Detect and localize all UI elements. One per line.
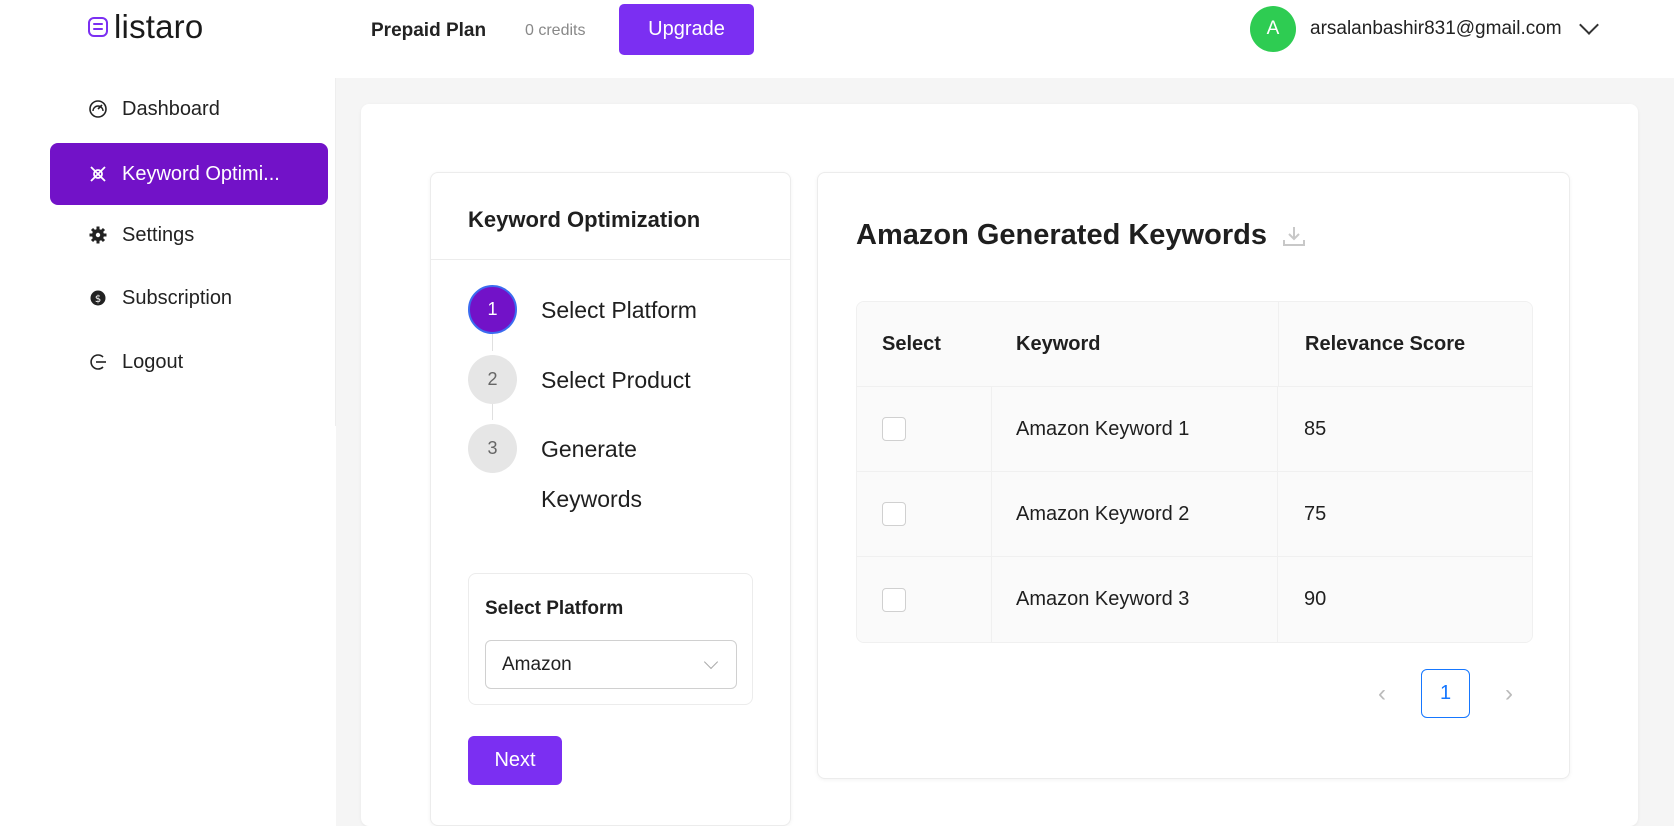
step-2[interactable]: 2 Select Product <box>468 355 691 405</box>
user-email: arsalanbashir831@gmail.com <box>1310 18 1562 39</box>
step-label: Select Platform <box>541 297 697 323</box>
step-label: Generate Keywords <box>541 436 642 512</box>
app-logo[interactable]: listaro <box>88 8 203 46</box>
chevron-left-icon[interactable]: ‹ <box>1375 680 1389 708</box>
step-number: 3 <box>468 424 517 473</box>
divider <box>431 259 790 260</box>
logo-text: listaro <box>114 8 204 45</box>
keyword-cell: Amazon Keyword 1 <box>992 387 1278 471</box>
step-number: 1 <box>468 285 517 334</box>
sidebar-item-settings[interactable]: Settings <box>50 204 328 266</box>
pagination: ‹ 1 › <box>1375 669 1516 718</box>
step-number: 2 <box>468 355 517 404</box>
top-header: listaro Prepaid Plan 0 credits Upgrade A… <box>0 0 1674 78</box>
platform-select[interactable]: Amazon <box>485 640 737 689</box>
keyword-cell: Amazon Keyword 3 <box>992 557 1278 642</box>
chevron-down-icon <box>703 654 719 670</box>
sidebar-item-label: Keyword Optimi... <box>122 162 280 185</box>
sidebar-item-subscription[interactable]: $ Subscription <box>50 267 328 329</box>
user-menu[interactable]: A arsalanbashir831@gmail.com <box>1250 6 1599 52</box>
sidebar: Dashboard Keyword Optimi... Settings $ S… <box>0 78 336 426</box>
column-header-select: Select <box>882 332 941 355</box>
column-header-keyword: Keyword <box>1016 332 1101 355</box>
page-button[interactable]: 1 <box>1421 669 1470 718</box>
subscription-icon: $ <box>88 288 108 308</box>
upgrade-button[interactable]: Upgrade <box>619 4 754 55</box>
platform-label: Select Platform <box>485 598 624 619</box>
platform-value: Amazon <box>502 653 572 675</box>
steps-panel: Keyword Optimization 1 Select Platform 2… <box>430 172 791 826</box>
chevron-down-icon[interactable] <box>1578 15 1599 35</box>
step-3[interactable]: 3 Generate Keywords <box>468 424 691 524</box>
step-1[interactable]: 1 Select Platform <box>468 285 697 335</box>
table-header-row: Select Keyword Relevance Score <box>857 302 1532 387</box>
keyword-cell: Amazon Keyword 2 <box>992 472 1278 556</box>
keyword-icon <box>88 164 108 184</box>
dashboard-icon <box>88 99 108 119</box>
step-label: Select Product <box>541 367 691 393</box>
logout-icon <box>88 352 108 372</box>
chevron-right-icon[interactable]: › <box>1502 680 1516 708</box>
row-checkbox[interactable] <box>882 417 906 441</box>
results-title: Amazon Generated Keywords <box>856 219 1267 251</box>
sidebar-item-keyword-optimization[interactable]: Keyword Optimi... <box>50 143 328 205</box>
table-row: Amazon Keyword 1 85 <box>857 387 1532 472</box>
select-cell <box>857 472 992 556</box>
results-title-row: Amazon Generated Keywords <box>856 219 1307 252</box>
sidebar-item-logout[interactable]: Logout <box>50 331 328 393</box>
credits-label: 0 credits <box>525 22 586 39</box>
platform-box: Select Platform Amazon <box>468 573 753 705</box>
sidebar-item-dashboard[interactable]: Dashboard <box>50 78 328 140</box>
select-cell <box>857 557 992 642</box>
svg-text:$: $ <box>95 294 101 305</box>
gear-icon <box>88 225 108 245</box>
table-row: Amazon Keyword 2 75 <box>857 472 1532 557</box>
avatar: A <box>1250 6 1296 52</box>
score-cell: 85 <box>1304 417 1327 440</box>
select-cell <box>857 387 992 471</box>
row-checkbox[interactable] <box>882 587 906 612</box>
steps-title: Keyword Optimization <box>468 207 701 232</box>
sidebar-item-label: Settings <box>122 223 195 246</box>
score-cell: 90 <box>1304 588 1327 610</box>
results-panel: Amazon Generated Keywords Select Keyword… <box>817 172 1570 779</box>
sidebar-item-label: Dashboard <box>122 97 220 120</box>
next-button[interactable]: Next <box>468 736 562 785</box>
score-cell: 75 <box>1304 502 1327 525</box>
plan-label: Prepaid Plan <box>371 20 487 41</box>
column-header-relevance-score: Relevance Score <box>1278 302 1532 386</box>
sidebar-item-label: Subscription <box>122 286 233 309</box>
logo-icon <box>88 17 108 37</box>
sidebar-item-label: Logout <box>122 350 184 373</box>
download-icon[interactable] <box>1281 223 1307 249</box>
table-row: Amazon Keyword 3 90 <box>857 557 1532 642</box>
keywords-table: Select Keyword Relevance Score Amazon Ke… <box>856 301 1533 643</box>
row-checkbox[interactable] <box>882 502 906 526</box>
